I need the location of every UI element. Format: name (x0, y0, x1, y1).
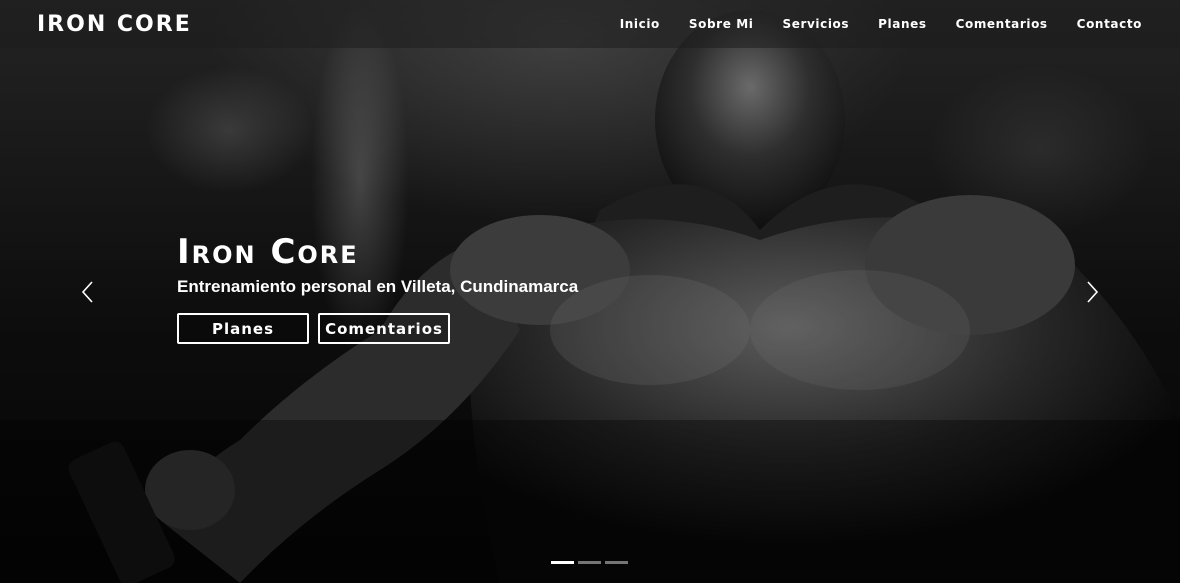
chevron-right-icon (1087, 281, 1099, 303)
carousel-indicator-2[interactable] (578, 561, 601, 564)
nav-link-planes[interactable]: Planes (878, 17, 926, 31)
hero-subtitle: Entrenamiento personal en Villeta, Cundi… (177, 277, 579, 296)
carousel-caption: Iron Core Entrenamiento personal en Vill… (177, 228, 578, 344)
nav-link-sobre-mi[interactable]: Sobre Mi (689, 17, 754, 31)
figure-pec-right (750, 270, 970, 390)
nav-link-inicio[interactable]: Inicio (620, 17, 660, 31)
comentarios-button[interactable]: Comentarios (318, 313, 450, 344)
carousel-indicator-1[interactable] (551, 561, 574, 564)
nav-links: Inicio Sobre Mi Servicios Planes Comenta… (620, 17, 1142, 31)
bottom-shade (0, 420, 1180, 583)
chevron-left-icon (81, 281, 93, 303)
hero-buttons: Planes Comentarios (177, 313, 578, 344)
brand-logo[interactable]: IRON CORE (37, 12, 192, 37)
nav-link-comentarios[interactable]: Comentarios (956, 17, 1048, 31)
nav-link-contacto[interactable]: Contacto (1077, 17, 1142, 31)
hero-title: Iron Core (177, 232, 359, 272)
planes-button[interactable]: Planes (177, 313, 309, 344)
navbar: IRON CORE Inicio Sobre Mi Servicios Plan… (0, 0, 1180, 48)
hero-carousel: IRON CORE Inicio Sobre Mi Servicios Plan… (0, 0, 1180, 583)
figure-pec-left (550, 275, 750, 385)
carousel-indicators (551, 561, 628, 564)
carousel-prev-button[interactable] (76, 279, 100, 305)
carousel-indicator-3[interactable] (605, 561, 628, 564)
carousel-next-button[interactable] (1080, 279, 1104, 305)
nav-link-servicios[interactable]: Servicios (782, 17, 849, 31)
